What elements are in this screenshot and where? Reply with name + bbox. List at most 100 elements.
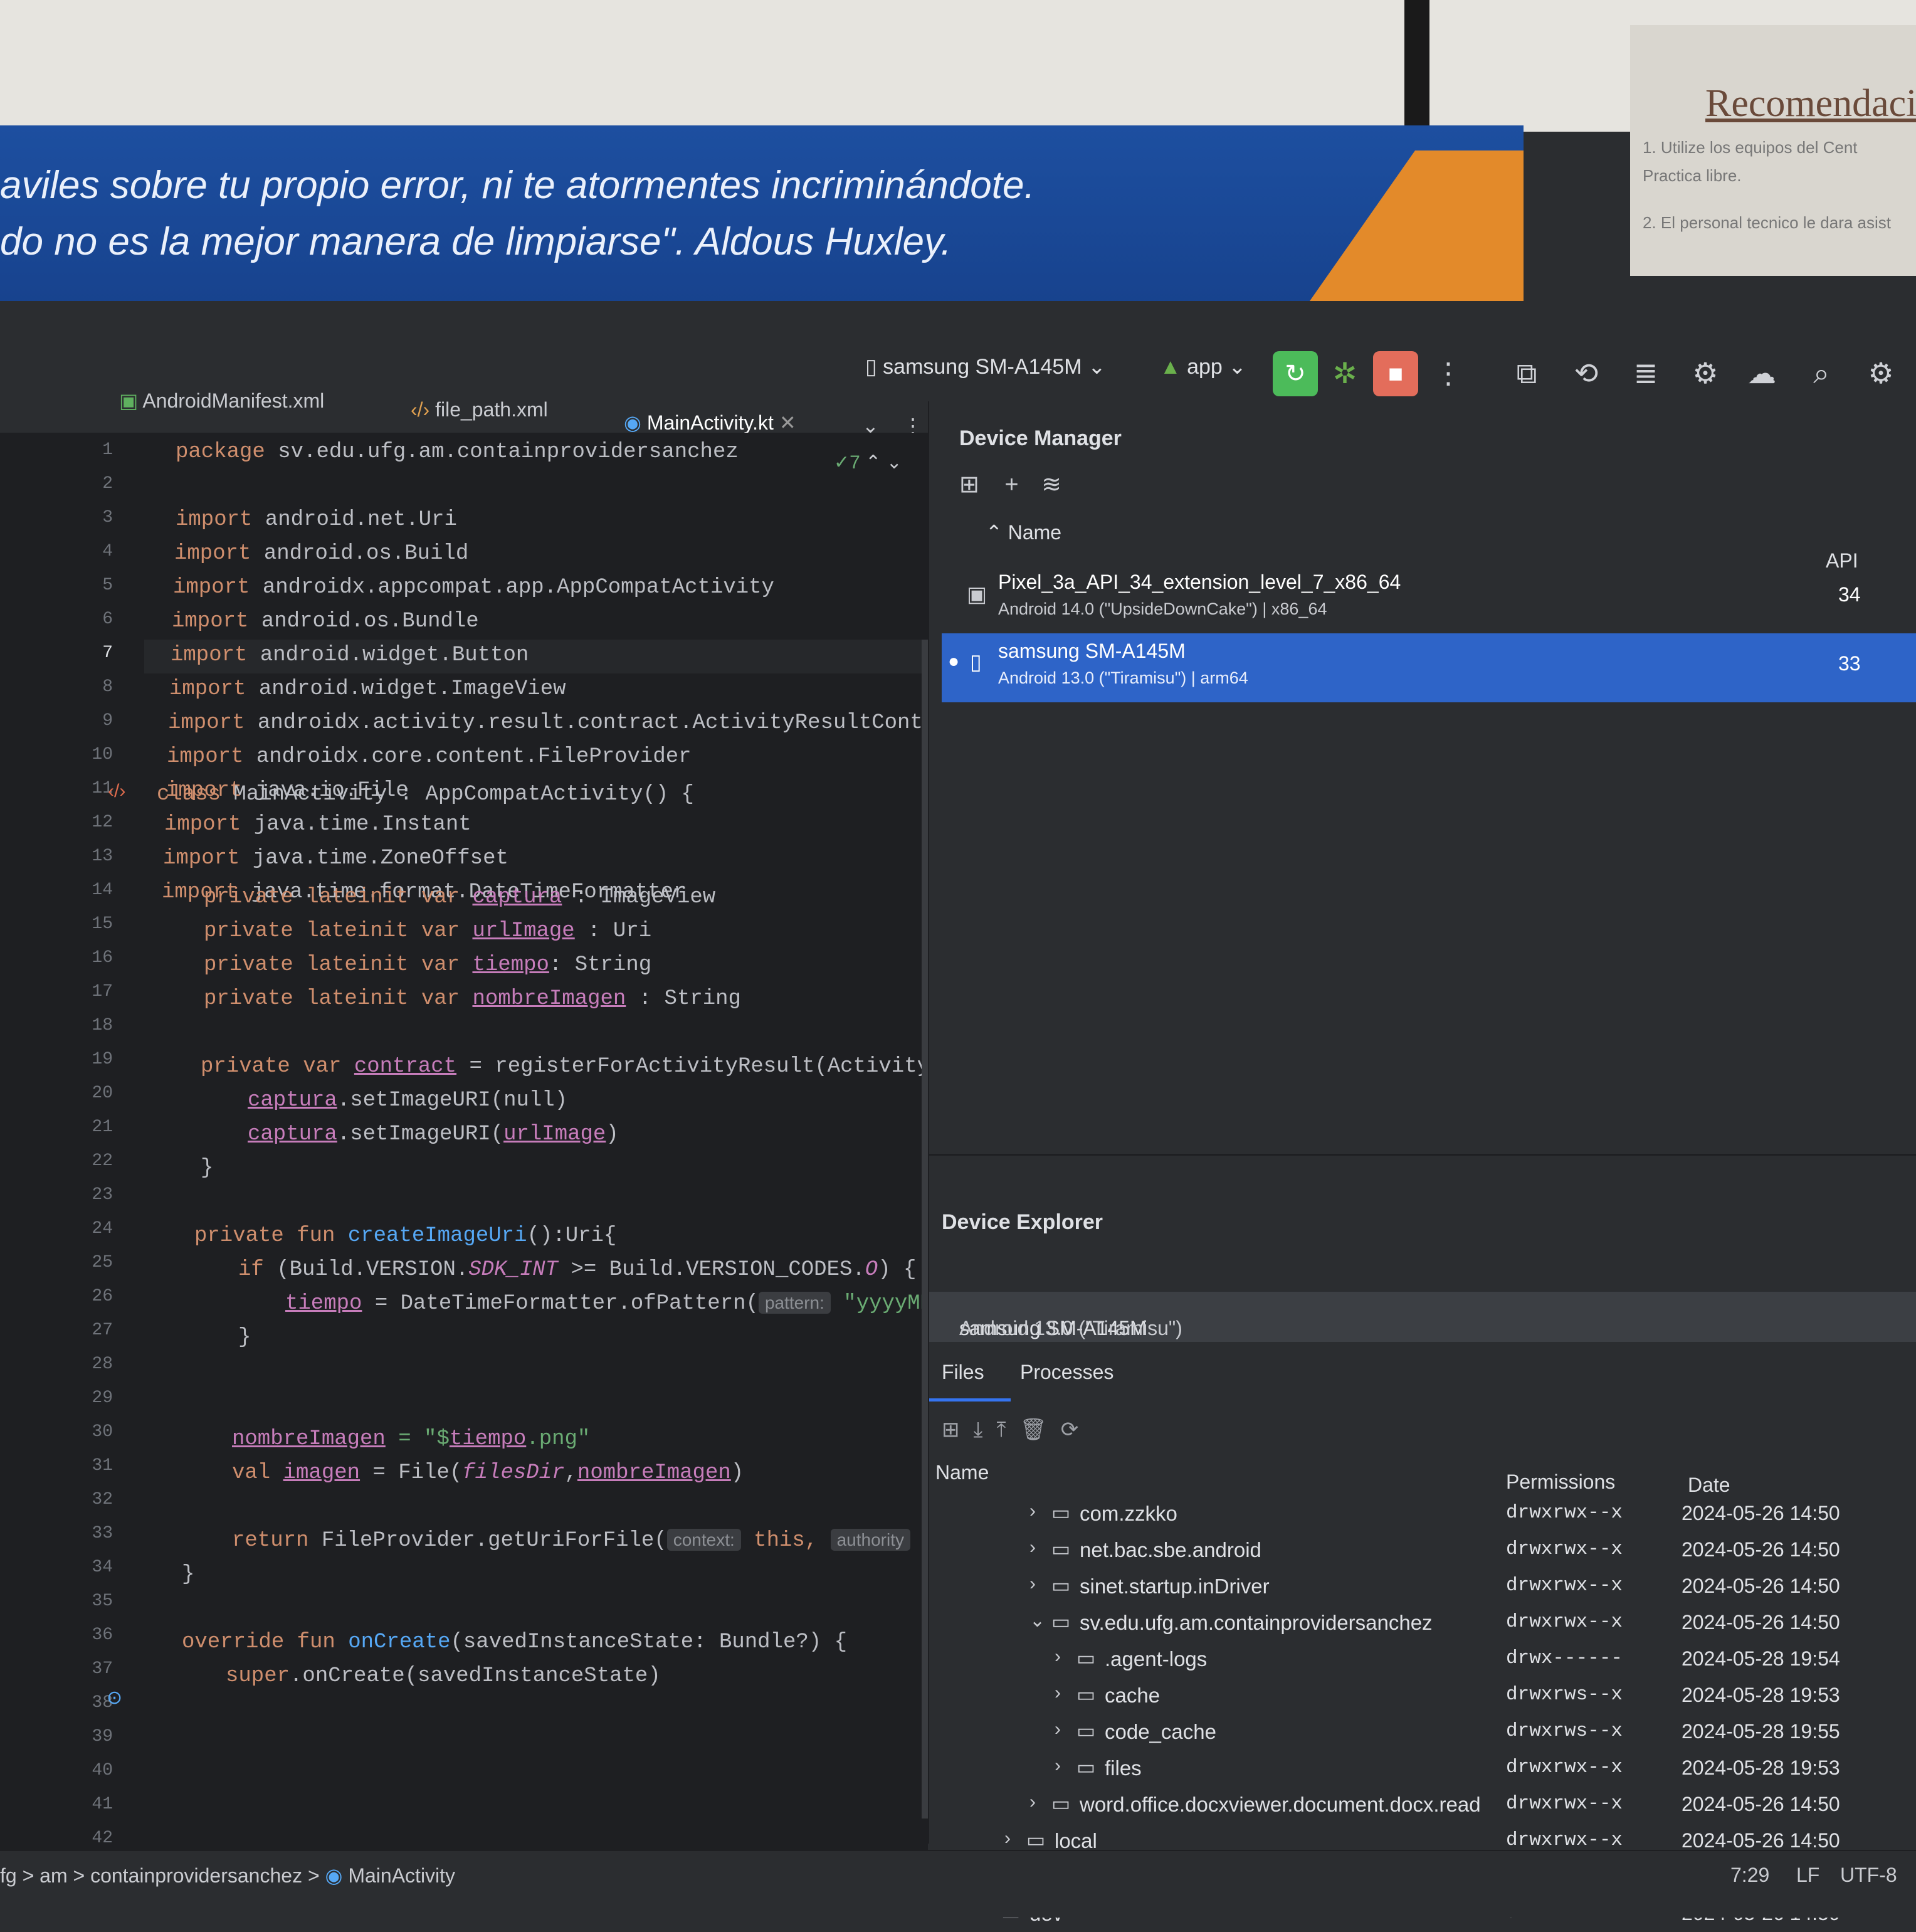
line-number: 8 [102,677,113,697]
download-icon[interactable]: ⤓ [974,1418,997,1442]
search-icon[interactable]: ⌕ [1803,354,1840,392]
file-date: 2024-05-28 19:55 [1682,1720,1840,1743]
folder-icon: ▭ [1051,1538,1071,1560]
more-icon[interactable]: ⋮ [1429,354,1467,392]
chevron-down-icon[interactable]: ⌄ [1029,1610,1045,1632]
file-encoding[interactable]: UTF-8 [1840,1864,1897,1887]
tab-file-path[interactable]: ‹/› file_path.xml [411,398,548,421]
column-header-permissions[interactable]: Permissions [1506,1470,1615,1494]
stop-button[interactable]: ■ [1373,351,1418,396]
file-date: 2024-05-26 14:50 [1682,1538,1840,1561]
code-line: private fun createImageUri():Uri{ [194,1224,617,1248]
device-row-selected[interactable]: ● ▯ samsung SM-A145M Android 13.0 ("Tira… [942,633,1916,702]
chevron-down-icon: ⌄ [1082,355,1106,379]
chevron-right-icon[interactable]: › [1029,1537,1036,1558]
file-row[interactable]: › ▭ .agent-logs drwx------ 2024-05-28 19:54 [929,1641,1916,1677]
chevron-right-icon[interactable]: › [1055,1682,1061,1704]
file-row[interactable]: › ▭ code_cache drwxrws--x 2024-05-28 19:55 [929,1714,1916,1750]
chevron-right-icon[interactable]: › [1029,1792,1036,1813]
line-number: 31 [92,1456,113,1475]
breadcrumb[interactable]: fg > am > containprovidersanchez > ◉ Mai… [0,1864,455,1887]
run-config-selector[interactable]: ▲ app ⌄ [1160,354,1246,379]
android-icon: ▲ [1160,355,1187,379]
file-name: word.office.docxviewer.document.docx.rea… [1080,1793,1481,1816]
parameter-hint: pattern: [758,1292,831,1314]
tab-android-manifest[interactable]: ▣ AndroidManifest.xml [119,389,324,413]
new-folder-icon[interactable]: ⊞ [942,1418,974,1442]
chevron-right-icon[interactable]: › [1004,1828,1011,1849]
code-editor[interactable]: 1 2 3 4 5 6 7 8 9 10 11 12 13 14 15 16 17 18 19 20 21 22 23 24 2… [0,433,929,1850]
device-row[interactable]: ▣ Pixel_3a_API_34_extension_level_7_x86_… [942,564,1916,633]
settings-icon[interactable]: ⚙ [1862,354,1900,392]
device-mirror-icon[interactable]: ⧉ [1508,354,1545,392]
code-area[interactable]: package sv.edu.ufg.am.containprovidersan… [144,433,928,1850]
kotlin-class-icon: ◉ [325,1864,349,1887]
refresh-icon[interactable]: ⟳ [1061,1418,1093,1442]
tab-main-activity[interactable]: ◉ MainActivity.kt ✕ [624,411,796,435]
translate-icon[interactable]: ⟲ [1567,354,1605,392]
code-line: import androidx.core.content.FileProvide… [167,745,692,769]
file-row[interactable]: › ▭ word.office.docxviewer.document.docx.r… [929,1787,1916,1823]
notice-line: 1. Utilize los equipos del Cent [1643,138,1858,157]
file-permissions: drwxrws--x [1506,1720,1623,1742]
file-row[interactable]: › ▭ files drwxrwx--x 2024-05-28 19:53 [929,1750,1916,1787]
file-date: 2024-05-28 19:53 [1682,1756,1840,1779]
line-number: 39 [92,1727,113,1746]
file-row[interactable]: › ▭ net.bac.sbe.android drwxrwx--x 2024-05-2… [929,1532,1916,1568]
chevron-right-icon[interactable]: › [1055,1646,1061,1667]
file-name: files [1105,1756,1142,1780]
chevron-right-icon[interactable]: › [1029,1501,1036,1522]
wifi-icon[interactable]: ≋ [1041,472,1061,498]
file-row[interactable]: ⌄ ▭ sv.edu.ufg.am.containprovidersanchez dr… [929,1605,1916,1641]
code-line: tiempo = DateTimeFormatter.ofPattern(pat… [285,1292,928,1316]
file-row[interactable]: › ▭ com.zzkko drwxrwx--x 2024-05-26 14:50 [929,1496,1916,1532]
upload-icon[interactable]: ⤒ [997,1418,1020,1442]
line-number: 5 [102,576,113,595]
line-number: 26 [92,1287,113,1306]
ide-window: ▯ samsung SM-A145M ⌄ ▲ app ⌄ ↻ ✲ ■ ⋮ ⧉ ⟲… [0,301,1916,1925]
folder-icon: ▭ [1051,1792,1071,1815]
panel-divider[interactable] [929,1154,1916,1156]
file-row[interactable]: › ▭ sinet.startup.inDriver drwxrwx--x 2024-0… [929,1568,1916,1605]
class-gutter-icon[interactable]: ‹/› [108,781,125,802]
device-explorer-device-selector[interactable]: samsung SM-A145M Android 13.0 ("Tiramisu… [929,1292,1916,1342]
line-number: 1 [102,440,113,460]
add-icon[interactable]: + [1004,472,1018,498]
tab-processes[interactable]: Processes [1020,1361,1113,1384]
device-explorer-toolbar: ⊞⤓⤒🗑⟳ [942,1417,1092,1442]
delete-icon[interactable]: 🗑 [1020,1418,1061,1442]
sync-icon[interactable]: ☁ [1743,354,1781,392]
logcat-icon[interactable]: ≣ [1627,354,1665,392]
code-line: if (Build.VERSION.SDK_INT >= Build.VERSI… [238,1258,917,1282]
code-line: nombreImagen = "$tiempo.png" [232,1427,591,1451]
file-row[interactable]: › ▭ cache drwxrws--x 2024-05-28 19:53 [929,1677,1916,1714]
file-permissions: drwxrwx--x [1506,1575,1623,1597]
line-number: 16 [92,948,113,968]
background-wall [0,0,1916,132]
tab-files[interactable]: Files [942,1361,984,1384]
grid-icon[interactable]: ⊞ [959,472,979,498]
column-header-name[interactable]: ⌃ Name [986,520,1061,544]
gradle-icon[interactable]: ⚙ [1687,354,1724,392]
cursor-position[interactable]: 7:29 [1730,1864,1769,1887]
column-header-date[interactable]: Date [1688,1474,1730,1497]
file-permissions: drwxrwx--x [1506,1793,1623,1815]
file-date: 2024-05-26 14:50 [1682,1575,1840,1597]
file-name: .agent-logs [1105,1647,1208,1671]
notice-heading: Recomendaci [1705,82,1916,125]
column-header-name[interactable]: Name [935,1461,989,1484]
apply-changes-button[interactable]: ↻ [1273,351,1318,396]
file-date: 2024-05-26 14:50 [1682,1793,1840,1815]
close-icon[interactable]: ✕ [779,411,796,434]
file-permissions: drwxrwx--x [1506,1502,1623,1524]
manifest-icon: ▣ [119,389,143,412]
line-number: 6 [102,610,113,629]
debug-icon[interactable]: ✲ [1326,354,1364,392]
override-gutter-icon[interactable]: ⊙ [107,1687,122,1709]
chevron-right-icon[interactable]: › [1055,1755,1061,1776]
line-separator[interactable]: LF [1796,1864,1819,1887]
device-selector[interactable]: ▯ samsung SM-A145M ⌄ [865,354,1106,379]
chevron-right-icon[interactable]: › [1029,1573,1036,1595]
line-number: 9 [102,711,113,731]
chevron-right-icon[interactable]: › [1055,1719,1061,1740]
